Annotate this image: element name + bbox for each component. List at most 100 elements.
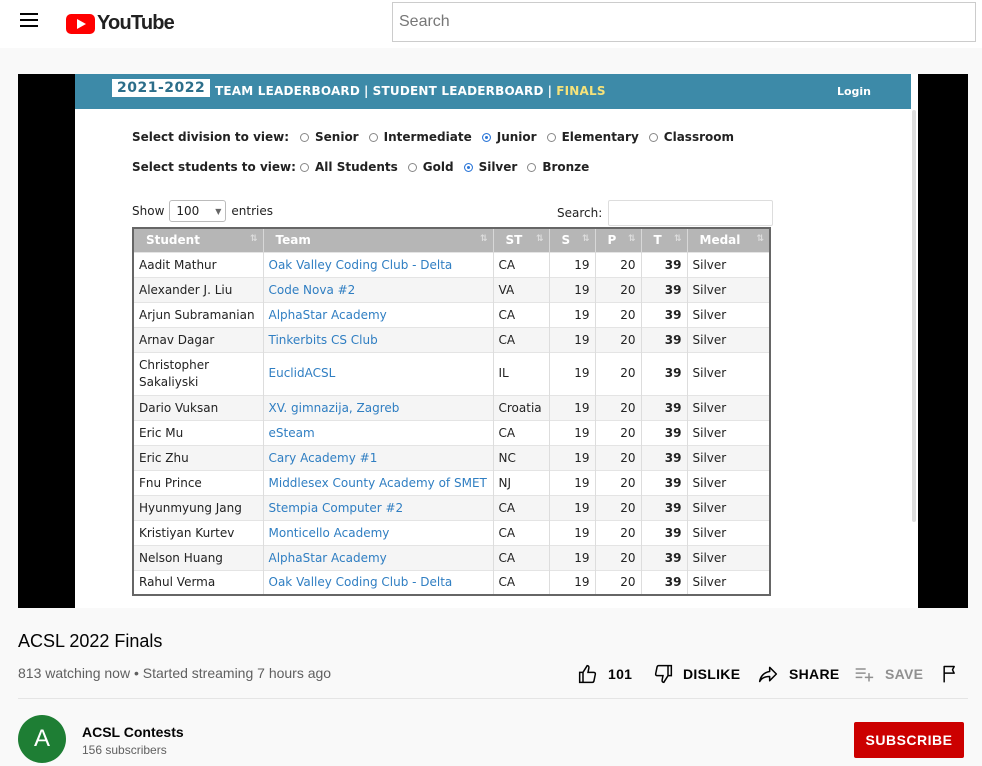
p-score-cell: 20 [595, 394, 642, 420]
nav-finals: FINALS [556, 84, 606, 98]
radio-icon [546, 132, 556, 142]
p-score-cell: 20 [595, 469, 642, 495]
total-cell: 39 [641, 519, 688, 545]
like-count: 101 [608, 666, 633, 682]
table-row: Eric Mu eSteam CA 19 20 39 Silver [133, 419, 771, 445]
student-cell: Eric Zhu [133, 444, 264, 470]
p-score-cell: 20 [595, 351, 642, 395]
hamburger-menu-icon[interactable] [20, 13, 42, 31]
state-cell: NJ [493, 469, 550, 495]
p-score-cell: 20 [595, 276, 642, 302]
table-row: Nelson Huang AlphaStar Academy CA 19 20 39 Sil… [133, 544, 771, 570]
search-input[interactable] [393, 3, 975, 41]
total-cell: 39 [641, 494, 688, 520]
student-cell: Arnav Dagar [133, 326, 264, 352]
save-button[interactable]: SAVE [853, 664, 923, 684]
like-button[interactable]: 101 [578, 664, 632, 684]
medal-cell: Silver [687, 326, 771, 352]
logo-text: YouTube [97, 12, 175, 34]
s-score-cell: 19 [549, 494, 596, 520]
student-cell: Christopher Sakaliyski [133, 351, 264, 395]
subscribe-button[interactable]: SUBSCRIBE [854, 722, 964, 758]
medal-cell: Silver [687, 469, 771, 495]
p-score-cell: 20 [595, 444, 642, 470]
radio-icon [527, 162, 537, 172]
team-cell: EuclidACSL [263, 351, 494, 395]
student-option: Silver [463, 160, 517, 174]
table-row: Hyunmyung Jang Stempia Computer #2 CA 19 20 3… [133, 494, 771, 520]
total-cell: 39 [641, 544, 688, 570]
report-button[interactable] [940, 664, 970, 684]
page-scrollbar [912, 110, 916, 522]
youtube-logo[interactable]: YouTube [66, 12, 175, 35]
medal-cell: Silver [687, 251, 771, 277]
medal-cell: Silver [687, 519, 771, 545]
student-option: Gold [407, 160, 454, 174]
season-year: 2021-2022 [112, 79, 211, 97]
radio-selected-icon [481, 132, 491, 142]
s-score-cell: 19 [549, 519, 596, 545]
save-label: SAVE [885, 666, 924, 682]
channel-name[interactable]: ACSL Contests [82, 724, 184, 740]
student-cell: Fnu Prince [133, 469, 264, 495]
student-cell: Alexander J. Liu [133, 276, 264, 302]
acsl-nav-links: TEAM LEADERBOARD | STUDENT LEADERBOARD | FIN… [215, 84, 606, 98]
video-player[interactable]: 2021-2022 TEAM LEADERBOARD | STUDENT LEADE… [18, 74, 968, 608]
share-button[interactable]: SHARE [757, 664, 840, 684]
radio-icon [648, 132, 658, 142]
radio-selected-icon [463, 162, 473, 172]
team-cell: Oak Valley Coding Club - Delta [263, 569, 494, 595]
leaderboard-table: Student ⇅ Team ⇅ ST ⇅ S ⇅ P ⇅ T ⇅ Medal ⇅ Aadit… [132, 227, 771, 596]
total-cell: 39 [641, 251, 688, 277]
radio-icon [407, 162, 417, 172]
student-cell: Hyunmyung Jang [133, 494, 264, 520]
state-cell: CA [493, 544, 550, 570]
sort-icon: ⇅ [756, 234, 764, 244]
channel-avatar[interactable]: A [18, 715, 66, 763]
sort-icon: ⇅ [627, 234, 636, 244]
sort-icon: ⇅ [479, 234, 488, 244]
radio-icon [368, 132, 378, 142]
student-option: All Students [300, 160, 398, 174]
share-label: SHARE [789, 666, 840, 682]
p-score-cell: 20 [595, 301, 642, 327]
state-cell: NC [493, 444, 550, 470]
column-header: ST ⇅ [493, 228, 550, 252]
search-box [392, 2, 976, 42]
subscriber-count: 156 subscribers [82, 743, 167, 757]
medal-cell: Silver [687, 494, 771, 520]
p-score-cell: 20 [595, 251, 642, 277]
medal-cell: Silver [687, 444, 771, 470]
sort-icon: ⇅ [535, 234, 544, 244]
p-score-cell: 20 [595, 419, 642, 445]
student-filter: Select students to view: All Students Go… [132, 160, 599, 174]
acsl-nav-bar: 2021-2022 TEAM LEADERBOARD | STUDENT LEADE… [75, 74, 911, 109]
team-cell: XV. gimnazija, Zagreb [263, 394, 494, 420]
s-score-cell: 19 [549, 326, 596, 352]
table-row: Alexander J. Liu Code Nova #2 VA 19 20 39 Silv… [133, 276, 771, 302]
table-search-field [608, 200, 774, 226]
total-cell: 39 [641, 469, 688, 495]
column-header: Team ⇅ [263, 228, 494, 252]
dislike-button[interactable]: DISLIKE [653, 664, 740, 684]
p-score-cell: 20 [595, 569, 642, 595]
entries-select: 100 ▼ [169, 200, 227, 222]
column-header: S ⇅ [549, 228, 596, 252]
thumbs-down-icon [654, 664, 673, 684]
medal-cell: Silver [687, 569, 771, 595]
total-cell: 39 [641, 419, 688, 445]
login-link: Login [836, 85, 871, 98]
chevron-down-icon: ▼ [215, 206, 222, 216]
table-row: Aadit Mathur Oak Valley Coding Club - Del… [133, 251, 771, 277]
entries-label: entries [231, 204, 273, 218]
student-cell: Aadit Mathur [133, 251, 264, 277]
team-cell: Code Nova #2 [263, 276, 494, 302]
table-row: Rahul Verma Oak Valley Coding Club - Delt… [133, 569, 771, 595]
division-selector: Select division to view: Senior Intermed… [132, 130, 744, 144]
s-score-cell: 19 [549, 301, 596, 327]
student-cell: Nelson Huang [133, 544, 264, 570]
show-label: Show [132, 204, 165, 218]
state-cell: Croatia [493, 394, 550, 420]
total-cell: 39 [641, 351, 688, 395]
team-cell: Oak Valley Coding Club - Delta [263, 251, 494, 277]
